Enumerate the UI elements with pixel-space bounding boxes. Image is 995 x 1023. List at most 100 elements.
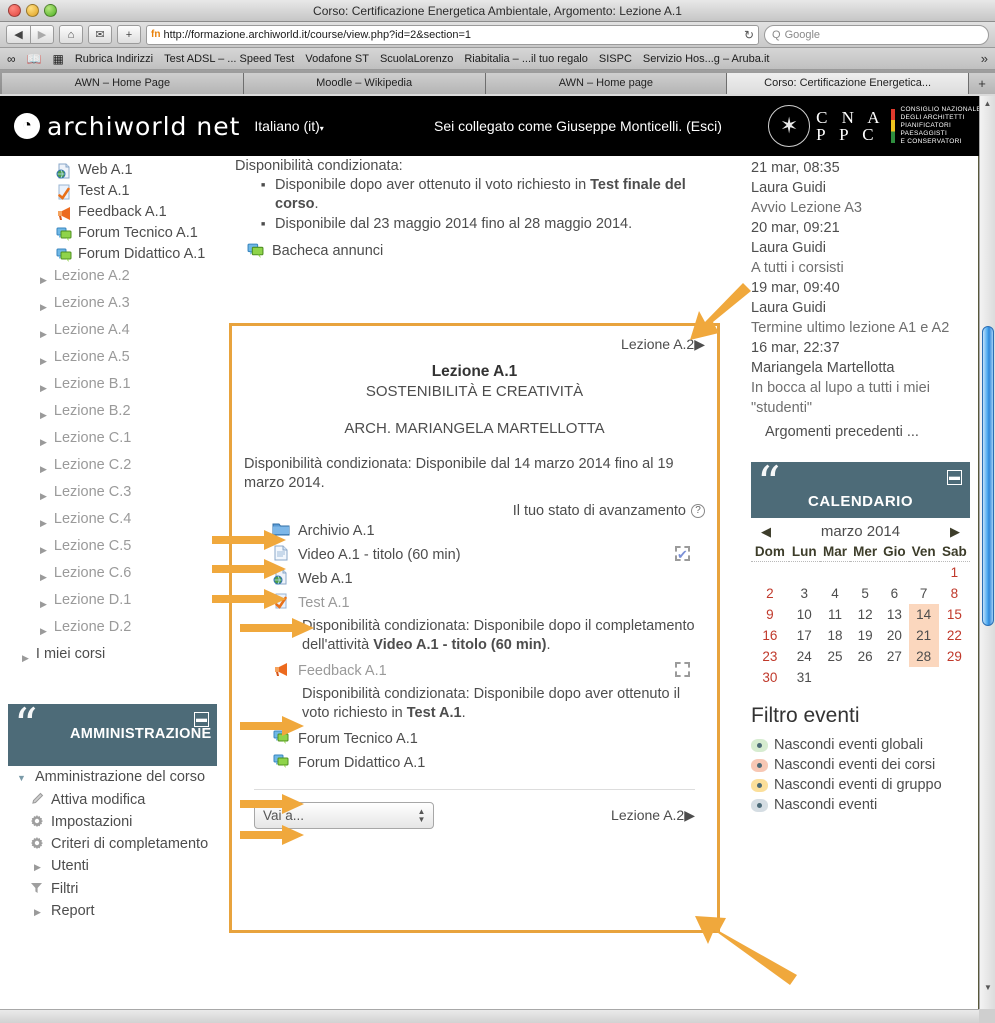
calendar-day-highlighted[interactable]: 28 (908, 646, 939, 667)
new-tab-button[interactable]: + (969, 73, 995, 94)
back-button[interactable]: ◀ (6, 25, 30, 44)
nav-item-test-a1[interactable]: Test A.1 (8, 181, 217, 202)
activity-web-a1[interactable]: Web A.1 (244, 567, 705, 591)
calendar-day[interactable]: 30 (751, 667, 789, 688)
nav-item-lezione-a4[interactable]: ▶ Lezione A.4 (8, 319, 217, 346)
window-resize-handle[interactable] (979, 1009, 995, 1023)
next-section-link-top[interactable]: Lezione A.2▶ (244, 336, 705, 353)
filter-hide-global-events[interactable]: Nascondi eventi globali (751, 736, 970, 755)
calendar-day[interactable]: 24 (789, 646, 820, 667)
nav-item-lezione-d1[interactable]: ▶ Lezione D.1 (8, 589, 217, 616)
bookmark-rubrica-indirizzi[interactable]: Rubrica Indirizzi (75, 53, 153, 65)
bookmark-test-adsl[interactable]: Test ADSL – ... Speed Test (164, 53, 294, 65)
calendar-day[interactable]: 2 (751, 583, 789, 604)
nav-item-lezione-a5[interactable]: ▶ Lezione A.5 (8, 346, 217, 373)
calendar-day[interactable]: 6 (880, 583, 908, 604)
zoom-icon[interactable] (44, 4, 57, 17)
filter-hide-events[interactable]: Nascondi eventi (751, 796, 970, 815)
grid-icon[interactable]: ▦ (53, 52, 64, 66)
calendar-day[interactable]: 29 (939, 646, 970, 667)
tab-corso-certificazione[interactable]: Corso: Certificazione Energetica... (727, 73, 969, 94)
news-subject[interactable]: Termine ultimo lezione A1 e A2 (751, 318, 970, 338)
add-bookmark-button[interactable]: + (117, 25, 141, 44)
calendar-day[interactable]: 27 (880, 646, 908, 667)
next-section-link-bottom[interactable]: Lezione A.2▶ (611, 807, 695, 824)
nav-item-forum-tecnico-a1[interactable]: Forum Tecnico A.1 (8, 223, 217, 244)
calendar-day[interactable]: 4 (820, 583, 850, 604)
filter-hide-course-events[interactable]: Nascondi eventi dei corsi (751, 756, 970, 775)
calendar-day[interactable]: 17 (789, 625, 820, 646)
nav-buttons[interactable]: ◀ ▶ (6, 25, 54, 44)
search-field[interactable]: Q Google (764, 24, 989, 45)
calendar-day[interactable]: 26 (850, 646, 880, 667)
vertical-scrollbar[interactable]: ▲ ▼ (979, 96, 995, 1009)
calendar-day[interactable]: 9 (751, 604, 789, 625)
news-subject[interactable]: In bocca al lupo a tutti i miei "student… (751, 378, 970, 418)
bookmarks-overflow-icon[interactable]: » (981, 51, 988, 66)
minimize-icon[interactable]: ▬ (194, 712, 209, 727)
jump-to-select[interactable]: Vai a... ▲ ▼ (254, 802, 434, 829)
calendar-day-highlighted[interactable]: 21 (908, 625, 939, 646)
prev-month-button[interactable]: ◀ (761, 524, 771, 540)
activity-video-a1[interactable]: Video A.1 - titolo (60 min) (244, 543, 705, 567)
nav-item-lezione-c6[interactable]: ▶ Lezione C.6 (8, 562, 217, 589)
book-icon[interactable]: 📖 (27, 52, 42, 66)
activity-forum-didattico-a1[interactable]: Forum Didattico A.1 (244, 751, 705, 775)
language-selector[interactable]: Italiano (it)▾ (254, 118, 323, 134)
calendar-day[interactable]: 10 (789, 604, 820, 625)
calendar-day[interactable]: 8 (939, 583, 970, 604)
horizontal-scrollbar[interactable] (0, 1009, 979, 1023)
calendar-day[interactable]: 12 (850, 604, 880, 625)
admin-item-utenti[interactable]: ▶ Utenti (8, 855, 217, 878)
activity-feedback-a1[interactable]: Feedback A.1 (244, 659, 705, 683)
bookmark-sispc[interactable]: SISPC (599, 53, 632, 65)
calendar-day[interactable]: 22 (939, 625, 970, 646)
admin-item-impostazioni[interactable]: Impostazioni (8, 811, 217, 833)
calendar-day[interactable]: 15 (939, 604, 970, 625)
news-subject[interactable]: Avvio Lezione A3 (751, 198, 970, 218)
nav-item-lezione-c3[interactable]: ▶ Lezione C.3 (8, 481, 217, 508)
tab-moodle-wikipedia[interactable]: Moodle – Wikipedia (243, 73, 486, 94)
calendar-day[interactable]: 25 (820, 646, 850, 667)
calendar-day[interactable]: 31 (789, 667, 820, 688)
scroll-up-arrow[interactable]: ▲ (980, 96, 995, 111)
nav-item-lezione-c5[interactable]: ▶ Lezione C.5 (8, 535, 217, 562)
admin-section-header[interactable]: ▼ Amministrazione del corso (8, 766, 217, 789)
admin-item-attiva-modifica[interactable]: Attiva modifica (8, 789, 217, 811)
calendar-day[interactable]: 23 (751, 646, 789, 667)
nav-item-lezione-a2[interactable]: ▶ Lezione A.2 (8, 265, 217, 292)
minimize-icon[interactable]: ▬ (947, 470, 962, 485)
minimize-icon[interactable] (26, 4, 39, 17)
activity-archivio-a1[interactable]: Archivio A.1 (244, 519, 705, 543)
calendar-day[interactable]: 5 (850, 583, 880, 604)
calendar-day[interactable]: 20 (880, 625, 908, 646)
calendar-day[interactable]: 11 (820, 604, 850, 625)
completion-checkbox-checked[interactable] (675, 545, 690, 565)
calendar-day[interactable]: 3 (789, 583, 820, 604)
nav-item-lezione-d2[interactable]: ▶ Lezione D.2 (8, 616, 217, 643)
archiworld-logo[interactable]: ◔ archiworld net (14, 112, 240, 141)
admin-item-filtri[interactable]: Filtri (8, 878, 217, 900)
activity-forum-tecnico-a1[interactable]: Forum Tecnico A.1 (244, 727, 705, 751)
calendar-day-highlighted[interactable]: 14 (908, 604, 939, 625)
nav-item-lezione-a3[interactable]: ▶ Lezione A.3 (8, 292, 217, 319)
bookmark-vodafone-st[interactable]: Vodafone ST (305, 53, 369, 65)
bookmark-riabitalia[interactable]: Riabitalia – ...il tuo regalo (464, 53, 588, 65)
nav-item-lezione-c1[interactable]: ▶ Lezione C.1 (8, 427, 217, 454)
mail-button[interactable]: ✉ (88, 25, 112, 44)
scrollbar-thumb[interactable] (982, 326, 994, 626)
calendar-day[interactable]: 16 (751, 625, 789, 646)
bookmark-servizio-hosting[interactable]: Servizio Hos...g – Aruba.it (643, 53, 770, 65)
calendar-day[interactable]: 19 (850, 625, 880, 646)
stepper-icon[interactable]: ▲ ▼ (415, 806, 428, 826)
calendar-day[interactable]: 1 (939, 562, 970, 584)
news-subject[interactable]: A tutti i corsisti (751, 258, 970, 278)
next-month-button[interactable]: ▶ (950, 524, 960, 540)
home-button[interactable]: ⌂ (59, 25, 83, 44)
window-controls[interactable] (8, 4, 57, 17)
calendar-day[interactable]: 13 (880, 604, 908, 625)
nav-item-i-miei-corsi[interactable]: ▶ I miei corsi (8, 643, 217, 670)
bacheca-annunci-link[interactable]: Bacheca annunci (247, 242, 733, 259)
calendar-day[interactable]: 18 (820, 625, 850, 646)
glasses-icon[interactable]: ∞ (7, 52, 16, 66)
